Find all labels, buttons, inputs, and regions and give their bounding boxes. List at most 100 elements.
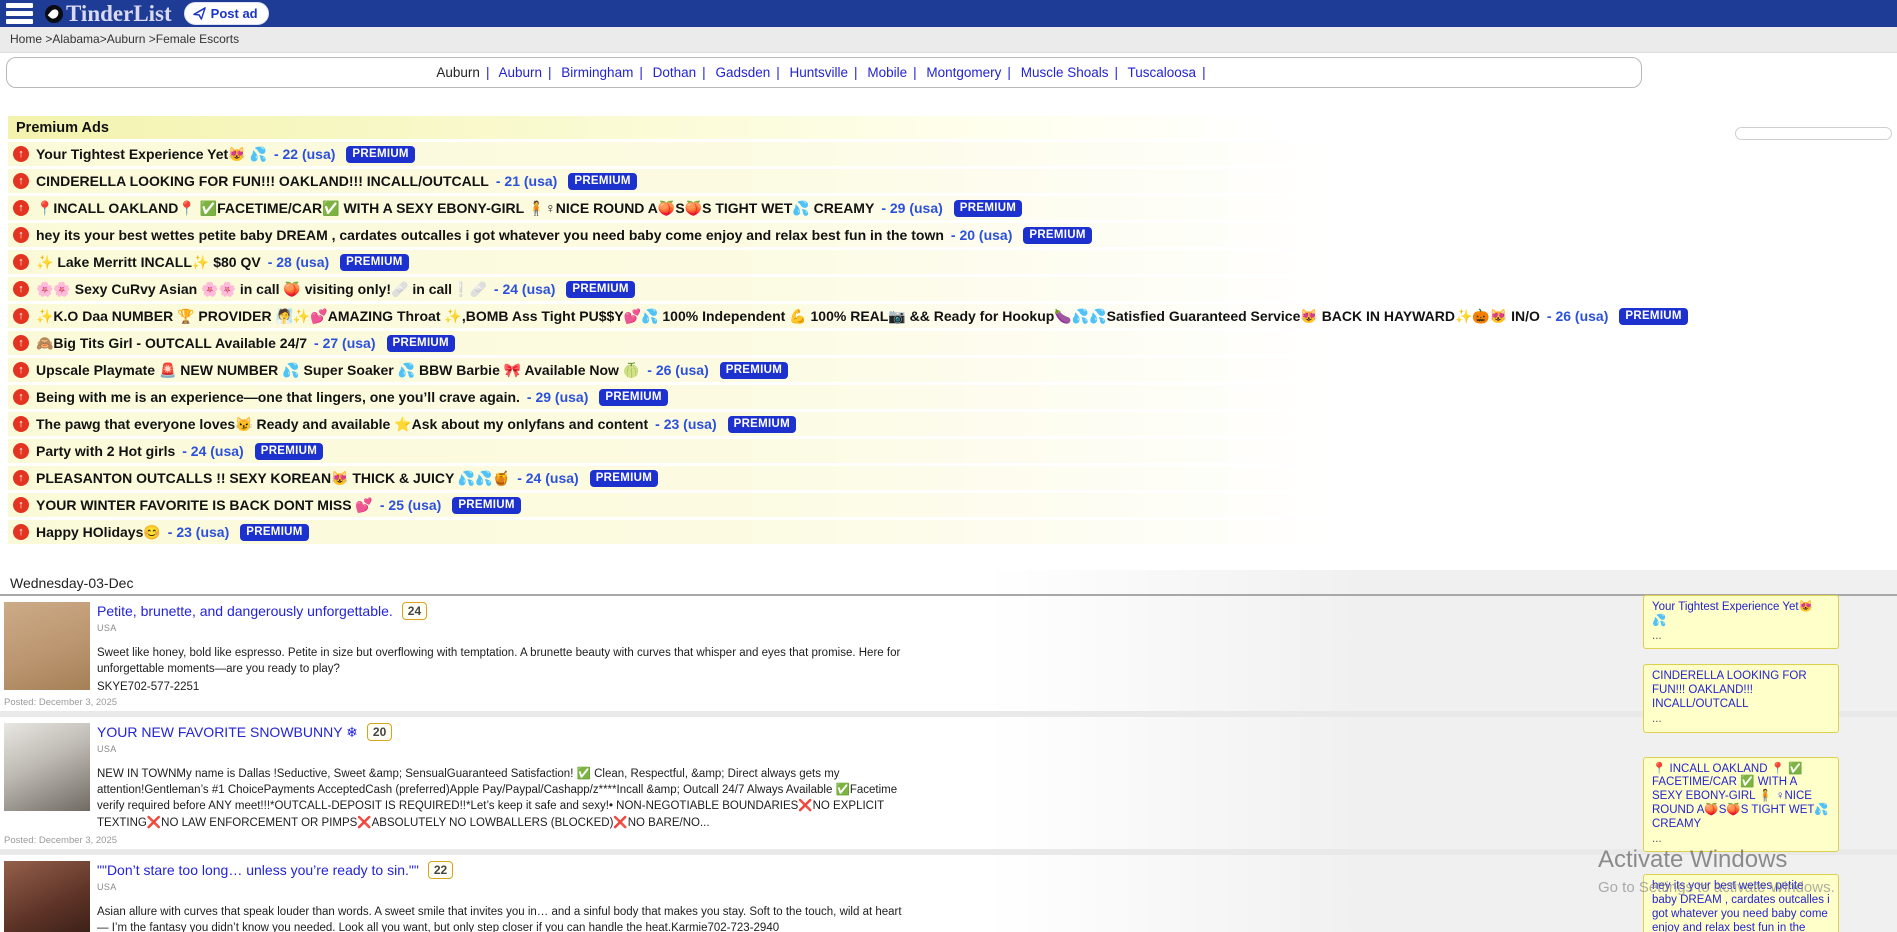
listing-thumbnail[interactable]: [4, 723, 90, 811]
arrow-up-icon: [13, 443, 29, 459]
city-item: Muscle Shoals |: [1021, 65, 1124, 80]
premium-ad-row[interactable]: 🙈Big Tits Girl - OUTCALL Available 24/7 …: [8, 331, 1338, 355]
premium-ad-row[interactable]: Happy HOlidays😊 - 23 (usa) PREMIUM: [8, 520, 1338, 544]
sidebar-ad-ellipsis: ...: [1652, 713, 1830, 727]
premium-ad-row[interactable]: Party with 2 Hot girls - 24 (usa) PREMIU…: [8, 439, 1338, 463]
city-item: Birmingham|: [561, 65, 649, 80]
arrow-up-icon: [13, 362, 29, 378]
city-item: Dothan |: [653, 65, 712, 80]
premium-ad-age: - 23 (usa): [168, 524, 229, 540]
listing-title-link[interactable]: YOUR NEW FAVORITE SNOWBUNNY ❄: [97, 724, 358, 741]
premium-ad-title[interactable]: hey its your best wettes petite baby DRE…: [36, 227, 944, 243]
city-link[interactable]: Auburn: [436, 65, 480, 80]
city-item: Gadsden|: [715, 65, 785, 80]
city-link[interactable]: Montgomery: [926, 65, 1001, 80]
sidebar-ad-box[interactable]: hey its your best wettes petite baby DRE…: [1643, 874, 1839, 932]
premium-ad-title[interactable]: 📍INCALL OAKLAND📍 ✅FACETIME/CAR✅ WITH A S…: [36, 200, 874, 217]
premium-badge: PREMIUM: [346, 146, 414, 163]
premium-ad-row[interactable]: CINDERELLA LOOKING FOR FUN!!! OAKLAND!!!…: [8, 169, 1338, 193]
premium-ads-section: Premium Ads Your Tightest Experience Yet…: [8, 116, 1608, 544]
sidebar-ad-box[interactable]: CINDERELLA LOOKING FOR FUN!!! OAKLAND!!!…: [1643, 664, 1839, 732]
premium-ad-title[interactable]: 🌸🌸 Sexy CuRvy Asian 🌸🌸 in call 🍑 visitin…: [36, 281, 487, 298]
sidebar-ad-link[interactable]: CINDERELLA LOOKING FOR FUN!!! OAKLAND!!!…: [1652, 670, 1807, 710]
premium-ad-row[interactable]: Being with me is an experience—one that …: [8, 385, 1338, 409]
premium-ad-title[interactable]: ✨ Lake Merritt INCALL✨ $80 QV: [36, 254, 261, 271]
premium-ad-row[interactable]: hey its your best wettes petite baby DRE…: [8, 223, 1338, 247]
premium-ad-row[interactable]: YOUR WINTER FAVORITE IS BACK DONT MISS 💕…: [8, 493, 1338, 517]
premium-ad-title[interactable]: Your Tightest Experience Yet😻 💦: [36, 146, 267, 163]
listing-thumbnail[interactable]: [4, 602, 90, 690]
arrow-up-icon: [13, 173, 29, 189]
premium-badge: PREMIUM: [568, 173, 636, 190]
listings-list: Petite, brunette, and dangerously unforg…: [0, 596, 1897, 932]
sidebar-ad-link[interactable]: Your Tightest Experience Yet😻 💦: [1652, 601, 1813, 627]
city-separator: |: [702, 65, 706, 80]
inline-horizontal-scrollbar[interactable]: [1735, 127, 1892, 140]
listing-item: ""Don’t stare too long… unless you’re re…: [0, 855, 1897, 932]
logo-flame-icon: [45, 5, 63, 23]
hamburger-menu-icon[interactable]: [6, 3, 33, 24]
city-separator: |: [1115, 65, 1119, 80]
premium-ad-title[interactable]: The pawg that everyone loves😼 Ready and …: [36, 416, 648, 433]
premium-ad-title[interactable]: 🙈Big Tits Girl - OUTCALL Available 24/7: [36, 335, 307, 352]
listing-title-link[interactable]: ""Don’t stare too long… unless you’re re…: [97, 862, 419, 878]
premium-ad-row[interactable]: Your Tightest Experience Yet😻 💦 - 22 (us…: [8, 142, 1338, 166]
premium-badge: PREMIUM: [340, 254, 408, 271]
premium-ad-title[interactable]: Party with 2 Hot girls: [36, 443, 175, 459]
top-bar: TinderList Post ad: [0, 0, 1897, 27]
premium-ad-title[interactable]: Happy HOlidays😊: [36, 524, 161, 541]
premium-ad-age: - 24 (usa): [494, 281, 555, 297]
premium-ad-title[interactable]: CINDERELLA LOOKING FOR FUN!!! OAKLAND!!!…: [36, 173, 489, 189]
premium-badge: PREMIUM: [599, 389, 667, 406]
premium-ad-title[interactable]: Being with me is an experience—one that …: [36, 389, 520, 405]
premium-ad-age: - 23 (usa): [655, 416, 716, 432]
logo-text: TinderList: [66, 2, 172, 25]
city-item: Mobile|: [867, 65, 922, 80]
arrow-up-icon: [13, 308, 29, 324]
city-link[interactable]: Gadsden: [715, 65, 770, 80]
listing-title-link[interactable]: Petite, brunette, and dangerously unforg…: [97, 603, 393, 619]
sidebar-ad-box[interactable]: 📍 INCALL OAKLAND 📍 ✅ FACETIME/CAR ✅ WITH…: [1643, 757, 1839, 853]
city-link[interactable]: Tuscaloosa: [1128, 65, 1197, 80]
sidebar-ad-link[interactable]: 📍 INCALL OAKLAND 📍 ✅ FACETIME/CAR ✅ WITH…: [1652, 763, 1829, 830]
post-ad-button[interactable]: Post ad: [184, 2, 269, 25]
paper-plane-icon: [193, 7, 206, 20]
premium-ad-title[interactable]: YOUR WINTER FAVORITE IS BACK DONT MISS 💕: [36, 497, 373, 514]
city-links: Auburn| Auburn| Birmingham| Dothan| Gads…: [436, 65, 1211, 80]
city-link[interactable]: Mobile: [867, 65, 907, 80]
sidebar-ad-box[interactable]: Your Tightest Experience Yet😻 💦 ...: [1643, 595, 1839, 649]
premium-ad-age: - 22 (usa): [274, 146, 335, 162]
premium-ad-age: - 21 (usa): [496, 173, 557, 189]
premium-ad-row[interactable]: Upscale Playmate 🚨 NEW NUMBER 💦 Super So…: [8, 358, 1338, 382]
premium-ad-age: - 29 (usa): [881, 200, 942, 216]
premium-ad-row[interactable]: ✨K.O Daa NUMBER 🏆 PROVIDER 🧖✨💕AMAZING Th…: [8, 304, 1338, 328]
city-link[interactable]: Auburn: [498, 65, 542, 80]
premium-ad-row[interactable]: The pawg that everyone loves😼 Ready and …: [8, 412, 1338, 436]
city-link[interactable]: Birmingham: [561, 65, 633, 80]
listing-thumbnail[interactable]: [4, 861, 90, 932]
breadcrumb[interactable]: Home >Alabama>Auburn >Female Escorts: [0, 27, 1897, 53]
sidebar-ad-link[interactable]: hey its your best wettes petite baby DRE…: [1652, 880, 1830, 932]
city-link[interactable]: Muscle Shoals: [1021, 65, 1109, 80]
premium-badge: PREMIUM: [954, 200, 1022, 217]
city-link[interactable]: Huntsville: [790, 65, 849, 80]
premium-ads-header: Premium Ads: [8, 116, 1278, 139]
listing-country: USA: [97, 882, 912, 892]
site-logo[interactable]: TinderList: [45, 2, 172, 25]
city-item: Huntsville|: [790, 65, 864, 80]
premium-ad-title[interactable]: PLEASANTON OUTCALLS !! SEXY KOREAN😻 THIC…: [36, 470, 510, 487]
post-ad-label: Post ad: [211, 6, 258, 21]
premium-ad-title[interactable]: ✨K.O Daa NUMBER 🏆 PROVIDER 🧖✨💕AMAZING Th…: [36, 308, 1540, 325]
premium-ad-row[interactable]: 🌸🌸 Sexy CuRvy Asian 🌸🌸 in call 🍑 visitin…: [8, 277, 1338, 301]
city-link[interactable]: Dothan: [653, 65, 697, 80]
premium-ad-row[interactable]: PLEASANTON OUTCALLS !! SEXY KOREAN😻 THIC…: [8, 466, 1338, 490]
premium-ad-row[interactable]: ✨ Lake Merritt INCALL✨ $80 QV - 28 (usa)…: [8, 250, 1338, 274]
premium-ad-row[interactable]: 📍INCALL OAKLAND📍 ✅FACETIME/CAR✅ WITH A S…: [8, 196, 1338, 220]
city-item: Auburn|: [436, 65, 495, 80]
age-badge: 24: [402, 602, 427, 620]
city-separator: |: [1202, 65, 1206, 80]
premium-ad-age: - 26 (usa): [1547, 308, 1608, 324]
premium-ad-title[interactable]: Upscale Playmate 🚨 NEW NUMBER 💦 Super So…: [36, 362, 640, 379]
date-header: Wednesday-03-Dec: [0, 570, 1897, 596]
premium-badge: PREMIUM: [1619, 308, 1687, 325]
